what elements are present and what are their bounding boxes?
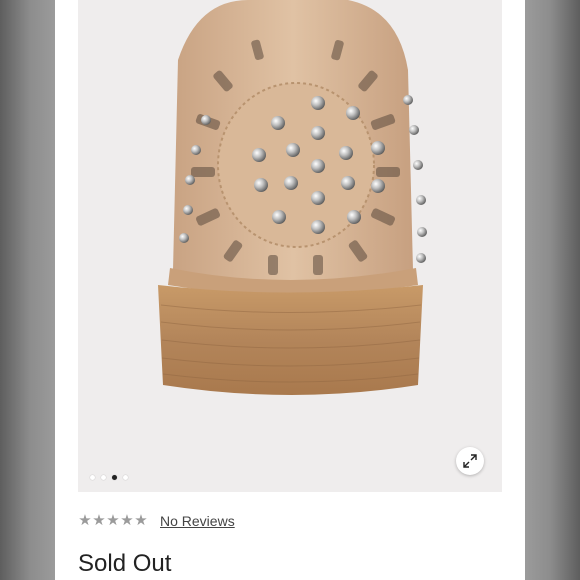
left-blurred-margin	[0, 0, 55, 580]
screenshot-frame: ★ ★ ★ ★ ★ No Reviews Sold Out	[0, 0, 580, 580]
pager-dot-3-active[interactable]	[112, 475, 117, 480]
star-icon: ★	[120, 512, 134, 529]
product-image-gallery[interactable]	[78, 0, 502, 492]
image-pager	[90, 475, 128, 480]
star-icon: ★	[78, 512, 92, 529]
pager-dot-4[interactable]	[123, 475, 128, 480]
reviews-link[interactable]: No Reviews	[160, 512, 235, 530]
pager-dot-2[interactable]	[101, 475, 106, 480]
star-icon: ★	[92, 512, 106, 529]
expand-image-button[interactable]	[456, 447, 484, 475]
star-icon: ★	[134, 512, 148, 529]
shoe-heel-illustration	[158, 0, 427, 395]
availability-status: Sold Out	[78, 550, 172, 577]
stacked-heel	[158, 285, 423, 395]
expand-icon	[463, 454, 477, 468]
star-icon: ★	[106, 512, 120, 529]
rating-row: ★ ★ ★ ★ ★ No Reviews	[78, 512, 235, 530]
right-blurred-margin	[525, 0, 580, 580]
pager-dot-1[interactable]	[90, 475, 95, 480]
product-page: ★ ★ ★ ★ ★ No Reviews Sold Out	[55, 0, 525, 580]
star-rating: ★ ★ ★ ★ ★	[78, 512, 148, 530]
